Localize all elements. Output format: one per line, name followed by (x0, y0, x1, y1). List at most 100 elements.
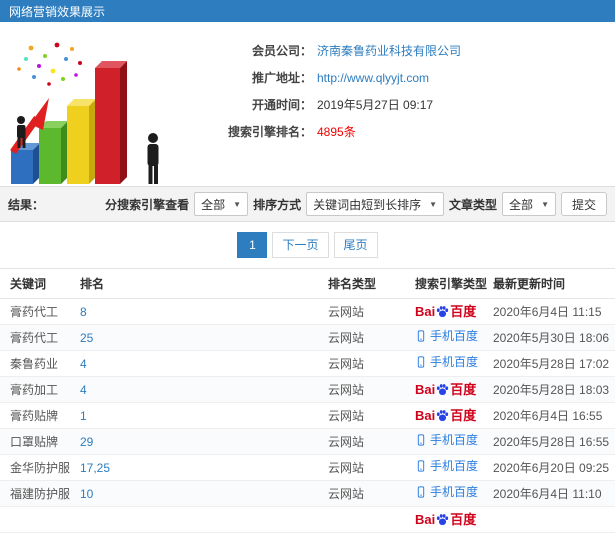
engine-select[interactable]: 全部 ▼ (194, 192, 249, 216)
results-table-body: 膏药代工 8 云网站 Bai 百度 2020年6月4日 11:15 膏药代工 25… (0, 298, 615, 533)
keyword-cell: 膏药代工 (0, 324, 80, 351)
phone-icon (417, 460, 425, 472)
keyword-cell: 膏药加工 (0, 376, 80, 403)
page-titlebar: 网络营销效果展示 (0, 0, 615, 22)
rank-type-cell: 云网站 (328, 454, 415, 481)
keyword-cell: 秦鲁药业 (0, 350, 80, 377)
baidu-logo: Bai 百度 (415, 511, 477, 527)
update-time-cell: 2020年5月28日 17:02 (493, 350, 615, 377)
engine-rank-label: 搜索引擎排名： (227, 125, 312, 139)
header-rank-type: 排名类型 (328, 268, 415, 299)
mobile-baidu-label: 手机百度 (430, 355, 479, 369)
table-row: 膏药代工 8 云网站 Bai 百度 2020年6月4日 11:15 (0, 298, 615, 325)
submit-button[interactable]: 提交 (560, 192, 607, 216)
chevron-down-icon: ▼ (429, 199, 438, 209)
person-standing (147, 133, 159, 184)
promo-url-label: 推广地址： (251, 71, 312, 85)
open-time-label: 开通时间： (251, 98, 312, 112)
sort-label: 排序方式 (253, 197, 302, 212)
member-info: 会员公司： 济南秦鲁药业科技有限公司 推广地址： http://www.qlyy… (180, 22, 461, 186)
sort-select[interactable]: 关键词由短到长排序 ▼ (306, 192, 445, 216)
update-time-cell: 2020年5月28日 18:03 (493, 376, 615, 403)
mobile-baidu-logo: 手机百度 (415, 356, 478, 368)
phone-icon (417, 330, 425, 342)
baidu-paw-icon (437, 513, 449, 525)
rank-type-cell: 云网站 (328, 298, 415, 325)
baidu-logo: Bai 百度 (415, 303, 477, 319)
update-time-cell: 2020年6月20日 09:25 (493, 454, 615, 481)
confetti-dots (17, 42, 82, 86)
engine-cell: 手机百度 (415, 480, 493, 507)
rank-type-cell: 云网站 (328, 376, 415, 403)
table-row: 膏药加工 4 云网站 Bai 百度 2020年5月28日 18:03 (0, 376, 615, 403)
phone-icon (417, 356, 425, 368)
engine-cell: Bai 百度 (415, 298, 493, 325)
update-time-cell: 2020年6月4日 11:15 (493, 298, 615, 325)
summary-section: 会员公司： 济南秦鲁药业科技有限公司 推广地址： http://www.qlyy… (0, 22, 615, 186)
info-row-engine-rank: 搜索引擎排名： 4895条 (180, 119, 461, 146)
mobile-baidu-label: 手机百度 (430, 329, 479, 343)
article-type-select[interactable]: 全部 ▼ (502, 192, 556, 216)
update-time-cell: 2020年5月28日 16:55 (493, 428, 615, 455)
results-table: 关键词 排名 排名类型 搜索引擎类型 最新更新时间 膏药代工 8 云网站 Bai… (0, 268, 615, 533)
table-row: 膏药贴牌 1 云网站 Bai 百度 2020年6月4日 16:55 (0, 402, 615, 429)
engine-rank-count: 4895条 (317, 125, 356, 139)
chart-illustration (10, 42, 159, 184)
rank-link[interactable]: 17,25 (80, 461, 110, 475)
pagination: 1 下一页 尾页 (0, 222, 615, 268)
keyword-cell: 金华防护服 (0, 454, 80, 481)
chart-illustration-wrap (0, 22, 180, 186)
engine-cell: 手机百度 (415, 454, 493, 481)
rank-link[interactable]: 10 (80, 487, 93, 501)
info-row-company: 会员公司： 济南秦鲁药业科技有限公司 (180, 38, 461, 65)
rank-type-cell: 云网站 (328, 428, 415, 455)
phone-icon (417, 486, 425, 498)
mobile-baidu-logo: 手机百度 (415, 486, 478, 498)
rank-link[interactable]: 8 (80, 305, 87, 319)
phone-icon (417, 434, 425, 446)
engine-cell: 手机百度 (415, 324, 493, 351)
result-label: 结果： (8, 197, 45, 212)
member-company-link[interactable]: 济南秦鲁药业科技有限公司 (317, 38, 461, 65)
baidu-logo: Bai 百度 (415, 407, 477, 423)
chevron-down-icon: ▼ (233, 199, 242, 209)
mobile-baidu-logo: 手机百度 (415, 330, 478, 342)
table-row: 金华防护服 17,25 云网站 手机百度 2020年6月20日 09:25 (0, 454, 615, 481)
rank-link[interactable]: 25 (80, 331, 93, 345)
bar-red (95, 61, 127, 184)
baidu-logo: Bai 百度 (415, 381, 477, 397)
table-row: 秦鲁药业 4 云网站 手机百度 2020年5月28日 17:02 (0, 350, 615, 377)
header-engine-type: 搜索引擎类型 (415, 268, 493, 299)
table-row: 口罩贴牌 29 云网站 手机百度 2020年5月28日 16:55 (0, 428, 615, 455)
promo-url-link[interactable]: http://www.qlyyjt.com (317, 65, 429, 92)
keyword-cell: 口罩贴牌 (0, 428, 80, 455)
filter-bar: 结果： 分搜索引擎查看 全部 ▼ 排序方式 关键词由短到长排序 ▼ 文章类型 全… (0, 186, 615, 222)
page-current[interactable]: 1 (237, 232, 268, 258)
page-next-button[interactable]: 下一页 (272, 232, 329, 258)
rank-link[interactable]: 4 (80, 357, 87, 371)
bar-yellow (67, 99, 96, 184)
engine-select-value: 全部 (201, 197, 226, 212)
sort-select-value: 关键词由短到长排序 (313, 197, 422, 212)
open-time-value: 2019年5月27日 09:17 (317, 98, 434, 112)
mobile-baidu-label: 手机百度 (430, 459, 479, 473)
update-time-cell: 2020年6月4日 11:10 (493, 480, 615, 507)
article-type-select-value: 全部 (509, 197, 534, 212)
page-title: 网络营销效果展示 (9, 4, 106, 19)
rank-type-cell: 云网站 (328, 402, 415, 429)
page-last-button[interactable]: 尾页 (333, 232, 378, 258)
rank-link[interactable]: 1 (80, 409, 87, 423)
keyword-cell: 膏药代工 (0, 298, 80, 325)
header-rank: 排名 (80, 268, 328, 299)
table-row: 膏药代工 25 云网站 手机百度 2020年5月30日 18:06 (0, 324, 615, 351)
header-keyword: 关键词 (0, 268, 80, 299)
engine-cell: Bai 百度 (415, 376, 493, 403)
baidu-paw-icon (437, 305, 449, 317)
rank-link[interactable]: 29 (80, 435, 93, 449)
rank-link[interactable]: 4 (80, 383, 87, 397)
engine-cell: Bai 百度 (415, 402, 493, 429)
keyword-cell: 膏药贴牌 (0, 402, 80, 429)
engine-cell: 手机百度 (415, 350, 493, 377)
article-type-label: 文章类型 (449, 197, 498, 212)
company-label: 会员公司： (251, 44, 312, 58)
